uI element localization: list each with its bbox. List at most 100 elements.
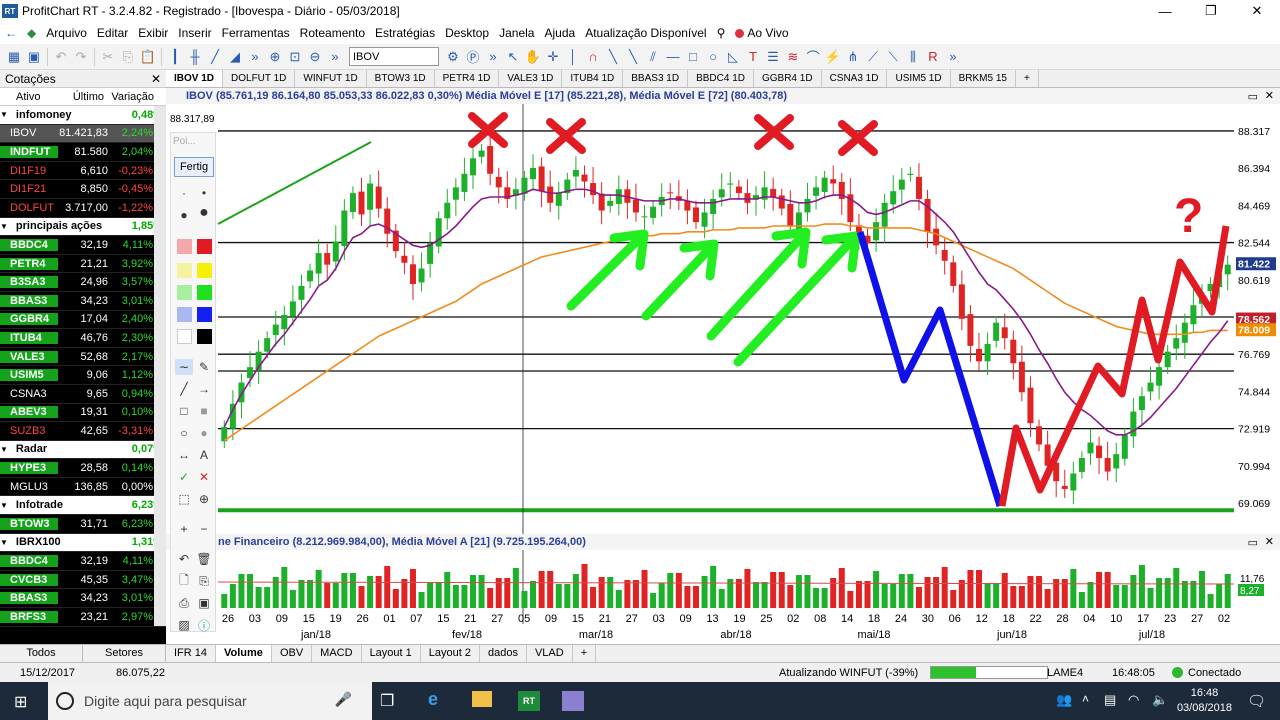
area-icon[interactable]: ◢ bbox=[225, 47, 245, 67]
add-indicator-tab-button[interactable]: + bbox=[573, 645, 597, 662]
quotes-close-icon[interactable]: ✕ bbox=[151, 72, 161, 86]
confirm-icon[interactable]: ✓ bbox=[175, 469, 193, 485]
chart-tab[interactable]: CSNA3 1D bbox=[822, 70, 888, 87]
color-swatch-light-blue[interactable] bbox=[177, 307, 192, 322]
quote-group[interactable]: ▼ Infotrade 6,23% bbox=[0, 496, 166, 516]
quote-row[interactable]: USIM5 9,06 1,12% bbox=[0, 366, 166, 385]
color-swatch-light-red[interactable] bbox=[177, 239, 192, 254]
col-change[interactable]: Variação bbox=[104, 91, 154, 103]
quote-row[interactable]: ITUB4 46,76 2,30% bbox=[0, 329, 166, 348]
fertig-button[interactable]: Fertig bbox=[174, 157, 214, 177]
maximize-button[interactable]: ❐ bbox=[1188, 0, 1234, 22]
line-icon[interactable]: ╱ bbox=[205, 47, 225, 67]
color-swatch-green[interactable] bbox=[197, 285, 212, 300]
quote-row[interactable]: B3SA3 24,96 3,57% bbox=[0, 273, 166, 292]
indicator-tab[interactable]: Volume bbox=[216, 645, 272, 662]
quote-group[interactable]: ▼ Radar 0,07% bbox=[0, 440, 166, 460]
zoom-fit-icon[interactable]: ⊡ bbox=[285, 47, 305, 67]
back-arrow-icon[interactable]: ← bbox=[0, 26, 22, 40]
tray-wifi-icon[interactable]: ◠ bbox=[1128, 692, 1139, 708]
andrews-icon[interactable]: ⋔ bbox=[843, 47, 863, 67]
quote-row[interactable]: BTOW3 31,71 6,23% bbox=[0, 515, 166, 534]
paint-taskbar-icon[interactable] bbox=[562, 691, 584, 711]
windows-start-icon[interactable]: ⊞ bbox=[14, 692, 27, 712]
color-swatch-black[interactable] bbox=[197, 329, 212, 344]
zoom-in-icon[interactable]: ⊕ bbox=[265, 47, 285, 67]
copy-draw-icon[interactable]: ⎘ bbox=[195, 573, 213, 589]
app-menu-icon[interactable]: ◆ bbox=[22, 26, 41, 40]
tray-volume-icon[interactable]: 🔈 bbox=[1152, 692, 1168, 708]
minimize-button[interactable]: — bbox=[1142, 0, 1188, 22]
live-indicator[interactable]: Ao Vivo bbox=[730, 26, 793, 40]
measure-icon[interactable]: ↔ bbox=[175, 447, 193, 463]
volume-close-icon[interactable]: ✕ bbox=[1265, 535, 1274, 548]
quote-row[interactable]: CVCB3 45,35 3,47% bbox=[0, 571, 166, 590]
chart-tab[interactable]: PETR4 1D bbox=[435, 70, 500, 87]
menu-editar[interactable]: Editar bbox=[92, 26, 133, 40]
line-tool-icon[interactable]: ╱ bbox=[175, 381, 193, 397]
indicator-tab[interactable]: IFR 14 bbox=[166, 645, 217, 662]
fib-fan-icon[interactable]: ≋ bbox=[783, 47, 803, 67]
ellipse-icon[interactable]: ○ bbox=[703, 47, 723, 67]
quote-group[interactable]: ▼ principais ações 1,85% bbox=[0, 217, 166, 237]
chart-tab[interactable]: IBOV 1D bbox=[166, 70, 224, 87]
taskbar-clock[interactable]: 16:48 03/08/2018 bbox=[1177, 686, 1232, 716]
collapse-triangle-icon[interactable]: ▼ bbox=[0, 222, 8, 231]
color-swatch-white[interactable] bbox=[177, 329, 192, 344]
quote-row[interactable]: VALE3 52,68 2,17% bbox=[0, 348, 166, 367]
indicator-tab[interactable]: OBV bbox=[272, 645, 313, 662]
tab-todos[interactable]: Todos bbox=[0, 645, 83, 662]
quotes-scrollbar[interactable] bbox=[154, 106, 166, 626]
taskbar-search[interactable]: Digite aqui para pesquisar 🎤 bbox=[48, 682, 372, 720]
quote-row[interactable]: DI1F21 8,850 -0,45% bbox=[0, 180, 166, 199]
trendline-icon[interactable]: ╲ bbox=[603, 47, 623, 67]
dot-small-icon[interactable]: · bbox=[175, 185, 193, 201]
ellipse-filled-icon[interactable]: ● bbox=[195, 425, 213, 441]
crosshair-icon[interactable]: ✛ bbox=[543, 47, 563, 67]
chart-tab[interactable]: BRKM5 15 bbox=[951, 70, 1016, 87]
volume-maximize-icon[interactable]: ▭ bbox=[1248, 536, 1258, 549]
color-swatch-yellow[interactable] bbox=[197, 263, 212, 278]
quote-row[interactable]: BBAS3 34,23 3,01% bbox=[0, 292, 166, 311]
tab-setores[interactable]: Setores bbox=[83, 645, 166, 662]
more-icon[interactable]: » bbox=[245, 47, 265, 67]
chart-settings-icon[interactable]: ⚙ bbox=[443, 47, 463, 67]
color-swatch-light-yellow[interactable] bbox=[177, 263, 192, 278]
pf-icon[interactable]: Ⓟ bbox=[463, 47, 483, 67]
indicator-tab[interactable]: MACD bbox=[312, 645, 362, 662]
speed-lines-icon[interactable]: ⟋ bbox=[863, 47, 883, 67]
menu-janela[interactable]: Janela bbox=[494, 26, 539, 40]
save-draw-icon[interactable]: ▣ bbox=[195, 595, 213, 611]
bar-icon[interactable]: ╫ bbox=[185, 47, 205, 67]
select-area-icon[interactable]: ⬚ bbox=[175, 491, 193, 507]
symbol-input[interactable] bbox=[349, 47, 439, 66]
chart-tab[interactable]: ITUB4 1D bbox=[562, 70, 624, 87]
quote-row[interactable]: DI1F19 6,610 -0,23% bbox=[0, 162, 166, 181]
chart-tab[interactable]: DOLFUT 1D bbox=[223, 70, 296, 87]
quote-row[interactable]: PETR4 21,21 3,92% bbox=[0, 255, 166, 274]
collapse-triangle-icon[interactable]: ▼ bbox=[0, 110, 8, 119]
text-tool-icon[interactable]: A bbox=[195, 447, 213, 463]
print-icon[interactable]: ⎙ bbox=[175, 595, 193, 611]
tray-chevron-icon[interactable]: ˄ bbox=[1082, 692, 1089, 706]
pointer-icon[interactable]: ↖ bbox=[503, 47, 523, 67]
indicator-tab[interactable]: Layout 2 bbox=[421, 645, 480, 662]
quote-row[interactable]: HYPE3 28,58 0,14% bbox=[0, 459, 166, 478]
menu-exibir[interactable]: Exibir bbox=[133, 26, 173, 40]
zoom-out-icon[interactable]: ⊖ bbox=[305, 47, 325, 67]
menu-desktop[interactable]: Desktop bbox=[440, 26, 494, 40]
collapse-triangle-icon[interactable]: ▼ bbox=[0, 538, 8, 547]
chart-tab[interactable]: WINFUT 1D bbox=[295, 70, 367, 87]
eraser-icon[interactable]: ✎ bbox=[195, 359, 213, 375]
arrow-tool-icon[interactable]: → bbox=[195, 381, 213, 397]
image-icon[interactable]: ▨ bbox=[175, 617, 193, 633]
collapse-triangle-icon[interactable]: ▼ bbox=[0, 445, 8, 454]
chart-tab[interactable]: GGBR4 1D bbox=[754, 70, 822, 87]
search-icon[interactable]: ⚲ bbox=[712, 26, 731, 40]
more-icon-2[interactable]: » bbox=[325, 47, 345, 67]
chart-tab[interactable]: BTOW3 1D bbox=[367, 70, 435, 87]
quote-row[interactable]: IBOV 81.421,83 2,24% bbox=[0, 124, 166, 144]
channel-icon[interactable]: ⫽ bbox=[643, 47, 663, 67]
dot-large-icon[interactable]: ● bbox=[175, 207, 193, 223]
undo-draw-icon[interactable]: ↶ bbox=[175, 551, 193, 567]
